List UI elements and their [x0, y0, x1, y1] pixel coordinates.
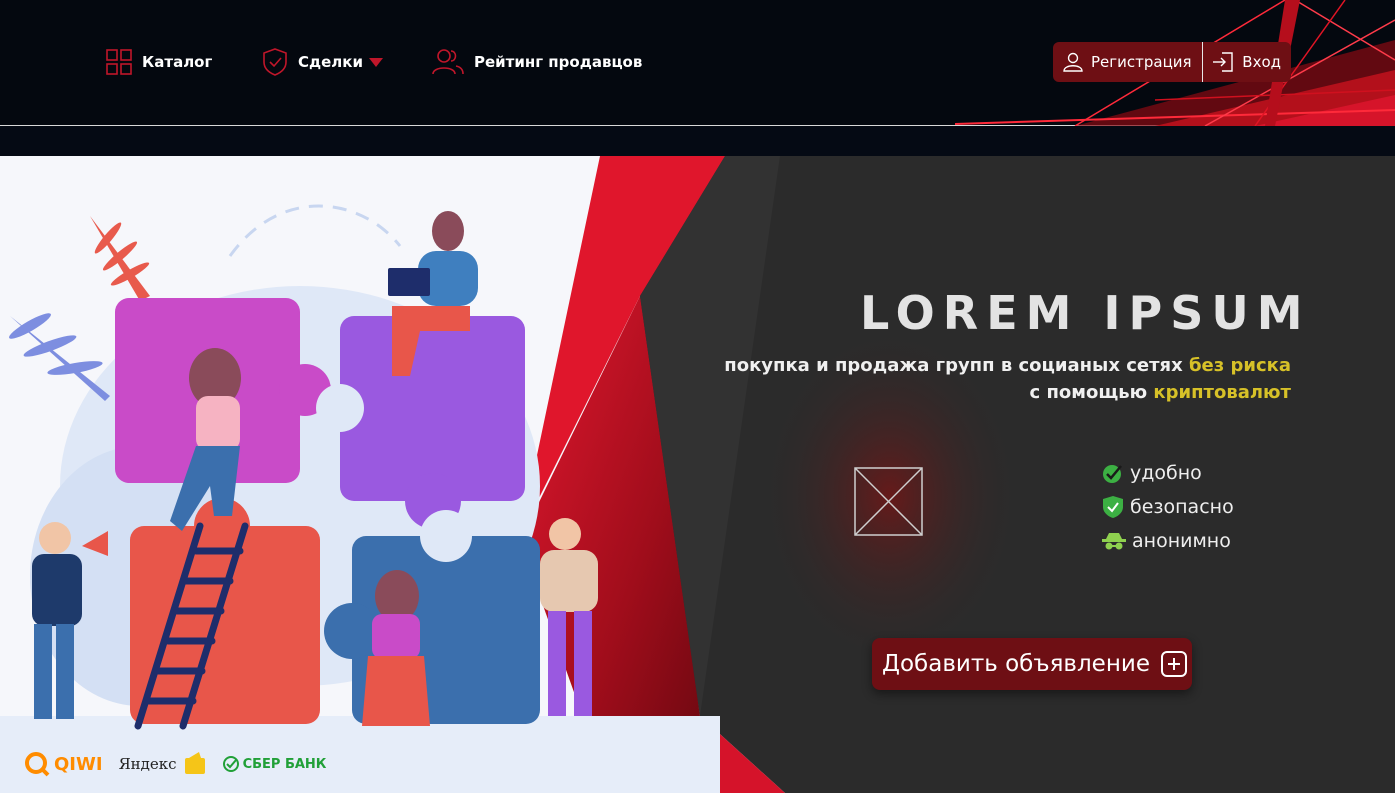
header-spacer [0, 127, 1395, 156]
yandex-logo: Яндекс [119, 752, 207, 776]
broken-image-icon [854, 467, 923, 536]
feature-item: безопасно [1102, 490, 1234, 524]
qiwi-label: QIWI [54, 753, 103, 775]
users-icon [432, 49, 464, 75]
nav-deals-label: Сделки [298, 53, 363, 71]
shield-check-icon [263, 48, 287, 76]
add-listing-label: Добавить объявление [882, 651, 1150, 677]
feature-label: удобно [1130, 462, 1202, 484]
feature-label: безопасно [1130, 496, 1234, 518]
sber-logo: СБЕР БАНК [222, 756, 327, 772]
wallet-icon [184, 752, 205, 774]
payment-methods: QIWI Яндекс СБЕР БАНК [24, 751, 342, 777]
hero-title: LOREM IPSUM [860, 286, 1311, 340]
login-icon [1213, 52, 1233, 72]
feature-item: удобно [1102, 456, 1234, 490]
features-list: удобно безопасно анонимно [1102, 456, 1234, 558]
site-header: Каталог Сделки Рейтинг продавцов Регистр [0, 0, 1395, 126]
subtitle-highlight-1: без риска [1188, 355, 1291, 376]
shield-check-icon [1103, 496, 1123, 518]
register-label: Регистрация [1091, 53, 1192, 71]
sber-label: СБЕР БАНК [242, 756, 327, 772]
page: Каталог Сделки Рейтинг продавцов Регистр [0, 0, 1395, 793]
user-icon [1063, 52, 1083, 72]
plus-square-icon [1160, 651, 1187, 677]
hero-banner: LOREM IPSUM покупка и продажа групп в со… [0, 156, 1395, 793]
login-button[interactable]: Вход [1202, 42, 1291, 82]
yandex-label: Яндекс [118, 755, 177, 773]
subtitle-text-1: покупка и продажа групп в социаных сетях [724, 355, 1189, 376]
check-icon [1103, 465, 1122, 483]
feature-item: анонимно [1102, 524, 1234, 558]
qiwi-icon [25, 752, 50, 777]
nav-catalog-label: Каталог [142, 53, 213, 71]
subtitle-highlight-2: криптовалют [1153, 382, 1291, 403]
sber-check-icon [222, 756, 239, 772]
nav-rating-label: Рейтинг продавцов [474, 53, 643, 71]
caret-down-icon [368, 57, 383, 67]
login-label: Вход [1242, 53, 1281, 71]
subtitle-text-2: с помощью [1029, 382, 1154, 403]
nav-deals[interactable]: Сделки [262, 46, 383, 78]
qiwi-logo: QIWI [24, 751, 103, 777]
grid-icon [106, 49, 132, 75]
incognito-icon [1102, 533, 1126, 550]
register-button[interactable]: Регистрация [1053, 42, 1202, 82]
feature-label: анонимно [1132, 530, 1231, 552]
auth-panel: Регистрация Вход [1053, 42, 1291, 82]
add-listing-button[interactable]: Добавить объявление [872, 638, 1192, 690]
nav-catalog[interactable]: Каталог [106, 46, 212, 78]
nav-rating[interactable]: Рейтинг продавцов [432, 46, 642, 78]
hero-subtitle: покупка и продажа групп в социаных сетях… [671, 352, 1291, 406]
